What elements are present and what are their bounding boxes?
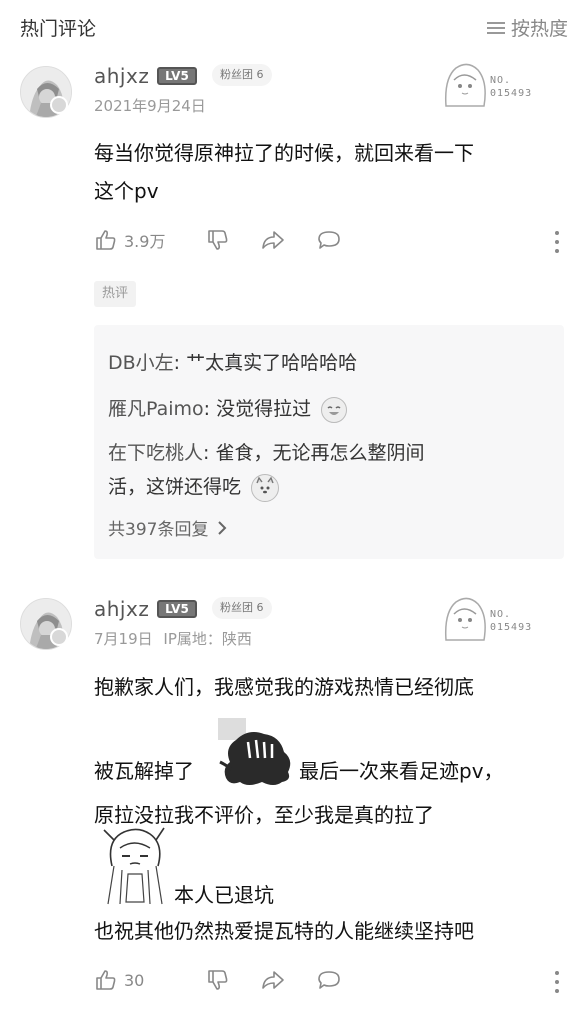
comments-header: 热门评论 按热度	[0, 0, 578, 56]
reply-preview-panel[interactable]: DB小左: 艹太真实了哈哈哈哈 雁凡Paimo: 没觉得拉过 在下吃桃人: 雀食…	[94, 325, 564, 559]
content-line: 抱歉家人们，我感觉我的游戏热情已经彻底	[94, 675, 474, 699]
level-badge: LV5	[157, 67, 197, 85]
comment-actions: 30	[94, 968, 564, 998]
reply-text: 没觉得拉过	[216, 398, 312, 420]
content-line: 这个pv	[94, 179, 159, 203]
fan-group-badge[interactable]: 粉丝团 6	[212, 64, 272, 86]
decoration-card: NO. 015493	[440, 594, 562, 642]
like-count: 30	[124, 970, 145, 990]
chat-bubble-icon	[318, 231, 340, 249]
verified-badge-icon	[50, 628, 68, 646]
dislike-button[interactable]	[206, 968, 230, 992]
chevron-right-icon	[218, 520, 227, 535]
comment-content: 每当你觉得原神拉了的时候，就回来看一下 这个pv	[94, 134, 564, 210]
comment-date: 7月19日	[94, 630, 153, 648]
ip-location: IP属地：陕西	[163, 630, 252, 648]
reply-separator: :	[173, 352, 187, 374]
thumb-down-icon	[208, 230, 228, 250]
menu-lines-icon	[486, 21, 505, 35]
comment-actions: 3.9万	[94, 228, 564, 258]
reply-separator: :	[203, 398, 217, 420]
reply-button[interactable]	[316, 968, 342, 992]
chat-bubble-icon	[318, 971, 340, 989]
reply-separator: :	[203, 442, 216, 464]
reply-item[interactable]: 雁凡Paimo: 没觉得拉过	[108, 393, 348, 425]
decoration-card: NO. 015493	[440, 60, 562, 108]
anime-girl-sticker-icon	[444, 63, 486, 107]
thumb-down-icon	[208, 970, 228, 990]
more-options-button[interactable]	[554, 231, 560, 253]
thumb-up-icon	[96, 970, 116, 990]
reply-count-text: 共397条回复	[108, 520, 209, 540]
laughing-emoji-icon	[321, 396, 348, 423]
share-icon	[262, 971, 284, 989]
reply-text: 活，这饼还得吃	[108, 476, 242, 498]
decoration-number: NO. 015493	[490, 74, 532, 100]
dog-emoji-icon	[251, 473, 280, 502]
like-button[interactable]: 3.9万	[94, 228, 165, 252]
dislike-button[interactable]	[206, 228, 230, 252]
anime-girl-sticker-icon	[444, 597, 486, 641]
crying-blob-sticker-icon	[218, 718, 296, 790]
like-button[interactable]: 30	[94, 968, 144, 992]
reply-text: 雀食，无论再怎么整阴间	[215, 442, 425, 464]
share-button[interactable]	[260, 228, 286, 252]
thumb-up-icon	[96, 230, 116, 250]
reply-item[interactable]: DB小左: 艹太真实了哈哈哈哈	[108, 347, 357, 379]
level-badge: LV5	[157, 600, 197, 618]
fan-group-badge[interactable]: 粉丝团 6	[212, 597, 272, 619]
reply-item[interactable]: 在下吃桃人: 雀食，无论再怎么整阴间	[108, 437, 424, 469]
reply-item-continuation: 活，这饼还得吃	[108, 471, 280, 503]
verified-badge-icon	[50, 96, 68, 114]
page-title: 热门评论	[20, 18, 97, 40]
view-all-replies-link[interactable]: 共397条回复	[108, 515, 228, 540]
more-options-button[interactable]	[554, 971, 560, 993]
sort-button[interactable]: 按热度	[486, 14, 568, 41]
reply-author[interactable]: DB小左	[108, 352, 174, 374]
decoration-number: NO. 015493	[490, 608, 532, 634]
hot-comment-tag: 热评	[94, 281, 137, 307]
reply-author[interactable]: 雁凡Paimo	[108, 398, 204, 420]
content-line: 也祝其他仍然热爱提瓦特的人能继续坚持吧	[94, 919, 474, 943]
anime-girl-lineart-sticker-icon	[98, 826, 172, 906]
content-line: 本人已退坑	[174, 883, 274, 907]
share-icon	[262, 231, 284, 249]
comment-date: 2021年9月24日	[94, 97, 206, 115]
content-line: 每当你觉得原神拉了的时候，就回来看一下	[94, 141, 474, 165]
comment-date-ip: 7月19日 IP属地：陕西	[94, 628, 252, 649]
like-count: 3.9万	[124, 232, 166, 251]
username[interactable]: ahjxz	[94, 597, 149, 621]
content-line: 最后一次来看足迹pv，	[299, 759, 504, 783]
sort-label: 按热度	[510, 18, 568, 40]
reply-author[interactable]: 在下吃桃人	[108, 442, 203, 464]
username[interactable]: ahjxz	[94, 64, 149, 88]
content-line: 被瓦解掉了	[94, 759, 194, 783]
reply-text: 艹太真实了哈哈哈哈	[186, 352, 358, 374]
decoration-number-text: NO. 015493	[490, 609, 533, 633]
share-button[interactable]	[260, 968, 286, 992]
reply-button[interactable]	[316, 228, 342, 252]
decoration-number-text: NO. 015493	[490, 75, 533, 99]
